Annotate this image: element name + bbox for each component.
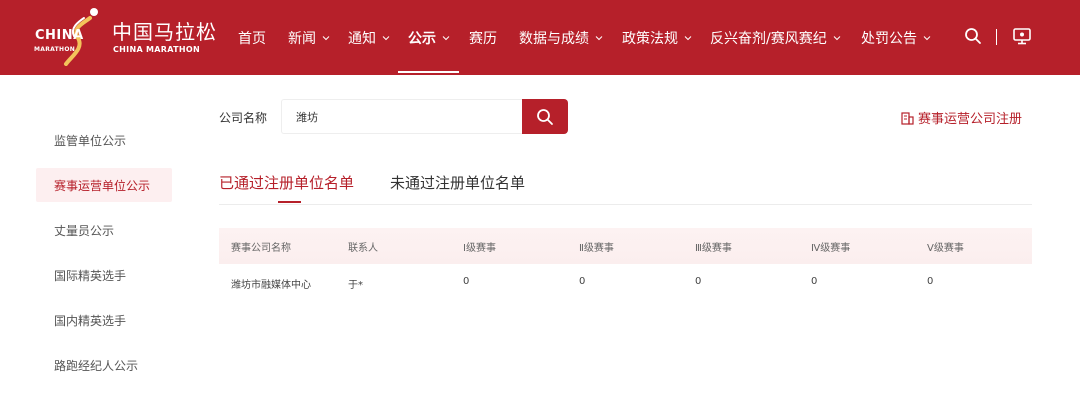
column-header-level-3: Ⅲ级赛事 [695,242,732,254]
nav-item-data-results[interactable]: 数据与成绩 [519,0,603,75]
chevron-down-icon [322,35,330,40]
nav-item-anti-doping[interactable]: 反兴奋剂/赛风赛纪 [710,0,841,75]
nav-item-policy[interactable]: 政策法规 [622,0,692,75]
nav-item-calendar[interactable]: 赛历 [469,0,497,75]
sidebar-item-label: 国际精英选手 [54,268,127,283]
nav-label: 反兴奋剂/赛风赛纪 [710,30,827,47]
cell-level-5: 0 [927,276,934,287]
nav-label: 首页 [238,30,266,47]
chevron-down-icon [923,35,931,40]
china-marathon-logo[interactable]: CHINA MARATHON [32,6,104,66]
tab-approved-units[interactable]: 已通过注册单位名单 [219,172,354,193]
cell-company-name: 潍坊市融媒体中心 [231,280,311,291]
top-navigation-bar: CHINA MARATHON 中国马拉松 CHINA MARATHON 首页 新… [0,0,1080,75]
nav-label: 赛历 [469,30,497,47]
cell-level-2: 0 [579,276,586,287]
company-name-label: 公司名称 [219,111,268,125]
tab-rejected-units[interactable]: 未通过注册单位名单 [390,172,525,193]
chevron-down-icon [833,35,841,40]
tabs-divider [219,204,1032,205]
sidebar-item-domestic-elite[interactable]: 国内精英选手 [36,303,172,337]
sidebar-item-international-elite[interactable]: 国际精英选手 [36,258,172,292]
cell-contact: 于* [348,280,363,291]
table-header: 赛事公司名称 联系人 Ⅰ级赛事 Ⅱ级赛事 Ⅲ级赛事 Ⅳ级赛事 Ⅴ级赛事 [219,228,1032,264]
sidebar-item-label: 丈量员公示 [54,223,115,238]
column-header-level-2: Ⅱ级赛事 [579,242,614,254]
chevron-down-icon [595,35,603,40]
company-search-input[interactable] [281,99,523,134]
site-title-cn: 中国马拉松 [112,20,217,44]
nav-label: 新闻 [288,30,316,47]
register-link-label: 赛事运营公司注册 [918,112,1023,127]
search-icon[interactable] [964,27,982,45]
sidebar-item-course-measurers[interactable]: 丈量员公示 [36,213,172,247]
sidebar-item-supervisory-units[interactable]: 监管单位公示 [36,123,172,157]
column-header-level-5: Ⅴ级赛事 [927,242,964,254]
nav-item-news[interactable]: 新闻 [288,0,330,75]
search-icon [537,108,553,125]
site-title-en: CHINA MARATHON [113,45,200,54]
cell-level-3: 0 [695,276,702,287]
sidebar-item-label: 路跑经纪人公示 [54,358,139,373]
column-header-contact: 联系人 [348,242,378,254]
chevron-down-icon [382,35,390,40]
cell-level-1: 0 [463,276,470,287]
logo-text-china: CHINA [35,28,84,43]
nav-label: 通知 [348,30,376,47]
column-header-level-1: Ⅰ级赛事 [463,242,496,254]
nav-label: 公示 [408,30,436,47]
sidebar-item-label: 赛事运营单位公示 [54,178,151,193]
chevron-down-icon [684,35,692,40]
nav-item-publicity[interactable]: 公示 [408,0,450,75]
nav-item-penalty[interactable]: 处罚公告 [861,0,931,75]
nav-label: 处罚公告 [861,30,917,47]
nav-label: 数据与成绩 [519,30,589,47]
column-header-level-4: Ⅳ级赛事 [811,242,851,254]
monitor-icon[interactable] [1012,26,1032,46]
nav-label: 政策法规 [622,30,678,47]
operator-register-link[interactable]: 赛事运营公司注册 [900,108,1022,127]
nav-divider [996,29,997,45]
column-header-company: 赛事公司名称 [231,242,291,254]
building-icon [901,111,914,125]
nav-item-notice[interactable]: 通知 [348,0,390,75]
logo-text-marathon: MARATHON [34,46,76,53]
search-button[interactable] [522,99,568,134]
cell-level-4: 0 [811,276,818,287]
sidebar-item-label: 国内精英选手 [54,313,127,328]
nav-item-home[interactable]: 首页 [238,0,266,75]
chevron-down-icon [442,35,450,40]
sidebar-item-agents[interactable]: 路跑经纪人公示 [36,348,172,382]
sidebar-item-label: 监管单位公示 [54,133,127,148]
active-nav-indicator [398,71,459,73]
active-tab-indicator [278,201,301,203]
sidebar-item-event-operators[interactable]: 赛事运营单位公示 [36,168,172,202]
